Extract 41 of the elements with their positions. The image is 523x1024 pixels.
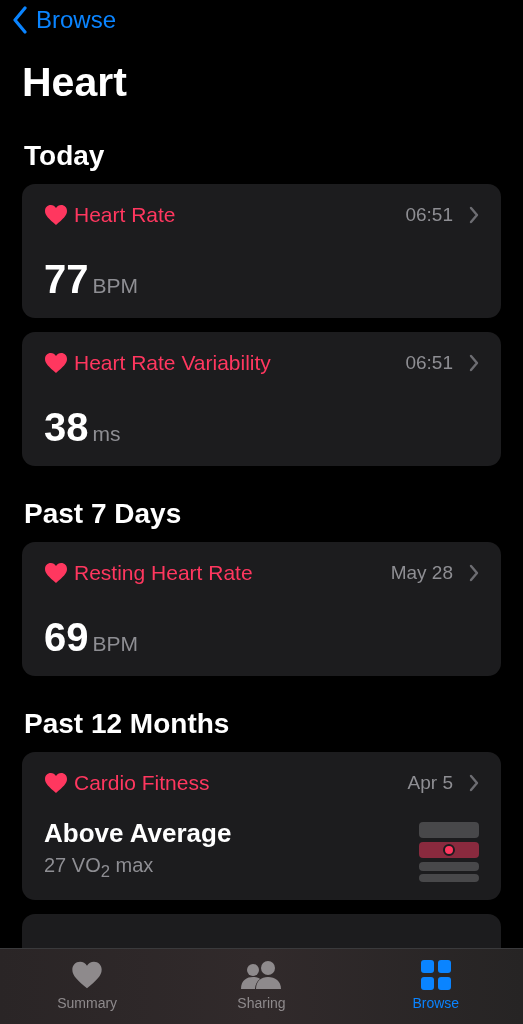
chevron-right-icon	[469, 354, 479, 372]
timestamp: 06:51	[405, 352, 453, 374]
fitness-level: Above Average	[44, 817, 233, 850]
timestamp: May 28	[390, 562, 453, 584]
heart-icon	[44, 562, 68, 584]
section-title: Past 12 Months	[24, 707, 231, 741]
metric-unit: ms	[92, 422, 121, 446]
chevron-right-icon	[469, 774, 479, 792]
card-title: Heart Rate	[74, 203, 177, 227]
heart-icon	[71, 960, 104, 990]
metric-unit: BPM	[92, 274, 138, 298]
section-title: Today	[24, 139, 106, 173]
card-title: Resting Heart Rate	[74, 561, 254, 585]
card[interactable]: Cardio Fitness Apr 5 Above Average 27 VO$_{2}$ max	[22, 752, 501, 900]
timestamp: Apr 5	[407, 772, 453, 794]
metric-value: 69	[44, 614, 89, 661]
metric-value: 77	[44, 256, 89, 303]
heart-icon	[44, 204, 68, 226]
heart-icon	[44, 352, 68, 374]
card[interactable]: Resting Heart Rate May 28 69 BPM	[22, 542, 501, 676]
card[interactable]: Heart Rate 06:51 77 BPM	[22, 184, 501, 318]
tab[interactable]: Summary	[0, 949, 175, 1024]
grid-icon	[420, 960, 451, 990]
heart-icon	[44, 772, 68, 794]
card-title: Heart Rate Variability	[74, 351, 272, 375]
chevron-left-icon	[12, 6, 28, 34]
chevron-right-icon	[469, 564, 479, 582]
timestamp: 06:51	[405, 204, 453, 226]
page-title: Heart	[22, 58, 128, 107]
people-icon	[240, 961, 283, 989]
tab[interactable]: Browse	[348, 949, 523, 1024]
fitness-detail: 27 VO$_{2}$ max	[44, 853, 155, 883]
card-title: Cardio Fitness	[74, 771, 211, 795]
level-gauge-icon	[419, 821, 479, 882]
tab[interactable]: Sharing	[174, 949, 349, 1024]
card[interactable]: Heart Rate Variability 06:51 38 ms	[22, 332, 501, 466]
back-button[interactable]: Browse	[12, 0, 117, 40]
section-title: Past 7 Days	[24, 497, 183, 531]
metric-unit: BPM	[92, 632, 138, 656]
chevron-right-icon	[469, 206, 479, 224]
metric-value: 38	[44, 404, 89, 451]
